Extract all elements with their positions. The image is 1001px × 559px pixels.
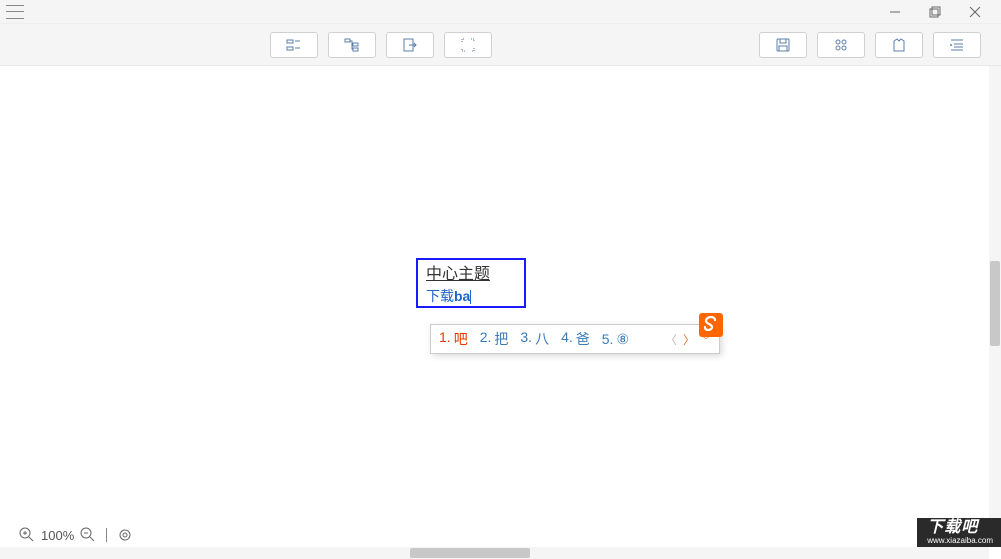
zoom-out-button[interactable] <box>79 526 97 544</box>
vertical-scrollbar[interactable] <box>989 66 1001 547</box>
h-scroll-thumb[interactable] <box>410 548 530 558</box>
ime-candidate-5[interactable]: 5.⑧ <box>602 331 629 348</box>
topic-title: 中心主题 <box>426 260 516 284</box>
insert-sibling-button[interactable] <box>270 32 318 58</box>
zoom-in-button[interactable] <box>18 526 36 544</box>
topic-edit-field[interactable]: 下载ba <box>426 286 516 306</box>
zoom-fit-button[interactable] <box>116 526 134 544</box>
export-button[interactable] <box>386 32 434 58</box>
horizontal-scrollbar[interactable] <box>0 547 989 559</box>
toolbar <box>0 24 1001 66</box>
close-button[interactable] <box>955 0 995 24</box>
ime-candidate-3[interactable]: 3.八 <box>520 329 549 349</box>
watermark: 下载吧 www.xiazaiba.com <box>917 518 1001 547</box>
ime-candidate-2[interactable]: 2.把 <box>480 329 509 349</box>
ime-candidate-4[interactable]: 4.爸 <box>561 329 590 349</box>
v-scroll-thumb[interactable] <box>990 261 1000 346</box>
sogou-logo-icon <box>699 313 723 337</box>
zoom-level: 100% <box>41 528 74 543</box>
fit-selection-button[interactable] <box>444 32 492 58</box>
maximize-button[interactable] <box>915 0 955 24</box>
outline-button[interactable] <box>933 32 981 58</box>
ime-candidate-1[interactable]: 1.吧 <box>439 329 468 349</box>
insert-child-button[interactable] <box>328 32 376 58</box>
menu-icon[interactable] <box>6 5 24 19</box>
title-bar <box>0 0 1001 24</box>
view-grid-button[interactable] <box>817 32 865 58</box>
watermark-url: www.xiazaiba.com <box>927 537 993 545</box>
ime-next-icon[interactable]: 〉 <box>683 331 695 348</box>
minimize-button[interactable] <box>875 0 915 24</box>
save-button[interactable] <box>759 32 807 58</box>
watermark-title: 下载吧 <box>927 519 978 536</box>
theme-button[interactable] <box>875 32 923 58</box>
ime-prev-icon[interactable]: 〈 <box>665 331 677 348</box>
canvas[interactable]: 中心主题 下载ba 1.吧 2.把 3.八 4.爸 5.⑧ 〈 〉 ﹀ <box>0 66 1001 536</box>
ime-candidate-panel: 1.吧 2.把 3.八 4.爸 5.⑧ 〈 〉 ﹀ <box>430 324 720 354</box>
central-topic-node[interactable]: 中心主题 下载ba <box>416 258 526 308</box>
